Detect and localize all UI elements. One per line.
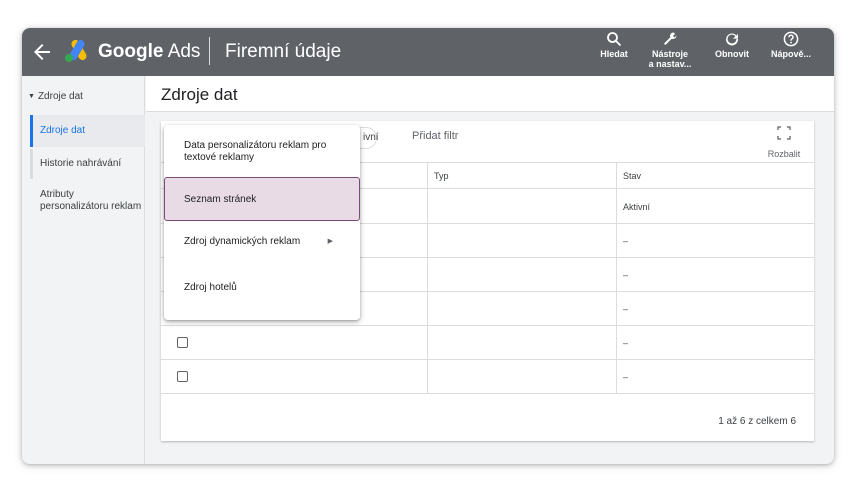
row-checkbox[interactable] xyxy=(177,371,188,382)
sidebar-item-label: Atributy personalizátoru reklam xyxy=(40,189,142,212)
tools-button-label-2: a nastav... xyxy=(648,59,692,69)
top-bar: Google Ads Firemní údaje Hledat Nástroje… xyxy=(22,28,834,76)
fullscreen-icon xyxy=(777,126,791,140)
main-header: Zdroje dat xyxy=(146,76,834,112)
row-status: – xyxy=(623,236,629,246)
row-status: – xyxy=(623,372,629,382)
sidebar-item-ad-customizer-attributes[interactable]: Atributy personalizátoru reklam xyxy=(30,189,145,231)
row-status: – xyxy=(623,304,629,314)
column-header-type[interactable]: Typ xyxy=(434,171,449,181)
row-status: Aktivní xyxy=(623,202,651,212)
menu-item-dynamic-ad-feed[interactable]: Zdroj dynamických reklam ▶ xyxy=(164,228,360,258)
sidebar-item-label: Historie nahrávání xyxy=(40,158,122,169)
filter-chip-label: ivní xyxy=(363,132,379,143)
column-header-status[interactable]: Stav xyxy=(623,171,641,181)
sidebar: ▼ Zdroje dat Zdroje dat Historie nahráván… xyxy=(22,76,145,464)
sidebar-item-upload-history[interactable]: Historie nahrávání xyxy=(30,149,145,179)
sidebar-item-data-sources[interactable]: Zdroje dat xyxy=(30,115,145,147)
menu-item-hotel-feed[interactable]: Zdroj hotelů xyxy=(164,273,360,303)
app-window: Google Ads Firemní údaje Hledat Nástroje… xyxy=(22,28,834,464)
row-status: – xyxy=(623,338,629,348)
refresh-icon xyxy=(724,31,740,47)
help-button[interactable]: Nápově... xyxy=(765,31,817,73)
search-icon xyxy=(606,31,622,47)
menu-item-page-feed[interactable]: Seznam stránek xyxy=(164,177,360,221)
caret-down-icon: ▼ xyxy=(28,93,35,100)
table-row: – xyxy=(161,360,814,394)
menu-item-ad-customizer-data[interactable]: Data personalizátoru reklam pro textové … xyxy=(164,140,360,180)
help-icon xyxy=(783,31,799,47)
pagination-summary: 1 až 6 z celkem 6 xyxy=(718,416,796,427)
page-title: Zdroje dat xyxy=(161,85,238,104)
header-divider xyxy=(209,37,210,65)
add-filter-button[interactable]: Přidat filtr xyxy=(412,130,458,142)
row-status: – xyxy=(623,270,629,280)
app-name: Google Ads xyxy=(98,40,200,64)
app-name-brand: Google xyxy=(98,41,164,62)
menu-item-label: Zdroj dynamických reklam xyxy=(184,236,301,247)
new-data-source-menu: Data personalizátoru reklam pro textové … xyxy=(164,125,360,320)
expand-button-label: Rozbalit xyxy=(767,149,801,159)
expand-button[interactable]: Rozbalit xyxy=(760,123,808,159)
help-button-label: Nápově... xyxy=(770,49,811,59)
caret-right-icon: ▶ xyxy=(327,238,333,245)
refresh-button-label: Obnovit xyxy=(715,49,749,59)
search-button-label: Hledat xyxy=(600,49,628,59)
sidebar-section-data-sources[interactable]: ▼ Zdroje dat xyxy=(28,91,83,102)
google-ads-logo xyxy=(64,39,92,63)
sidebar-item-label: Zdroje dat xyxy=(40,125,86,136)
sidebar-section-label: Zdroje dat xyxy=(37,91,83,102)
tools-button-label-1: Nástroje xyxy=(651,49,688,59)
row-checkbox[interactable] xyxy=(177,337,188,348)
search-button[interactable]: Hledat xyxy=(594,31,634,73)
tools-button[interactable]: Nástroje a nastav... xyxy=(645,31,695,73)
back-arrow-icon[interactable] xyxy=(30,40,54,64)
refresh-button[interactable]: Obnovit xyxy=(707,31,757,73)
app-name-product: Ads xyxy=(167,41,201,62)
table-row: – xyxy=(161,326,814,360)
header-page-title: Firemní údaje xyxy=(225,41,342,62)
wrench-icon xyxy=(662,31,678,47)
